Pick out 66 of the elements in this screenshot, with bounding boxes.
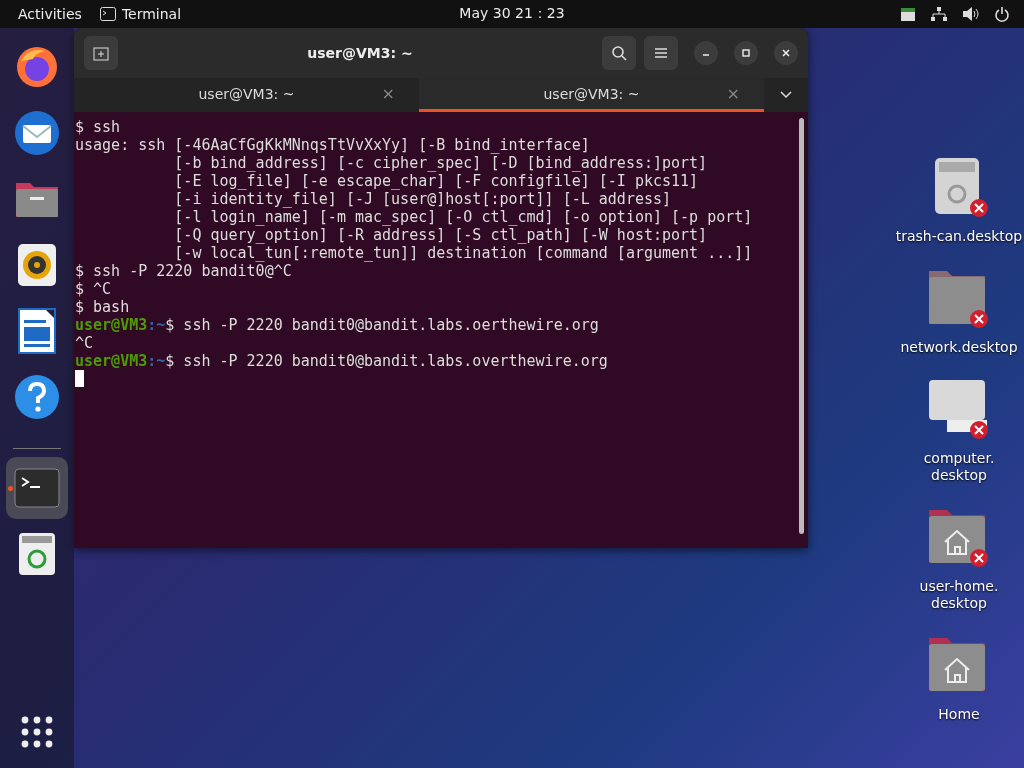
- activities-button[interactable]: Activities: [0, 6, 100, 22]
- dropdown-icon[interactable]: [780, 91, 792, 99]
- terminal-line: user@VM3:~$ ssh -P 2220 bandit0@bandit.labs.overthewire.org: [75, 352, 609, 370]
- desktop-icon-label[interactable]: network.desktop: [900, 339, 1018, 356]
- new-tab-icon: [93, 45, 109, 61]
- error-badge-icon: [970, 549, 988, 567]
- folder-icon: [929, 271, 985, 324]
- desktop-icon[interactable]: [929, 380, 989, 442]
- menu-button[interactable]: [644, 36, 678, 70]
- volume-icon[interactable]: [962, 6, 980, 22]
- menu-icon: [654, 47, 668, 59]
- terminal-line: [-i identity_file] [-J [user@]host[:port]] [-L address]: [173, 190, 673, 208]
- terminal-line: usage: ssh [-46AaCfGgKkMNnqsTtVvXxYy] [-B bind_interface]: [75, 136, 591, 154]
- speaker-icon: [17, 243, 57, 287]
- text-cursor: [75, 370, 84, 387]
- terminal-icon: [14, 468, 60, 508]
- computer-icon: [929, 380, 987, 432]
- calendar-icon[interactable]: [900, 6, 916, 22]
- terminal-line: $ ^C: [75, 280, 113, 298]
- home-folder-icon: [929, 510, 985, 563]
- terminal-line: user@VM3:~$ ssh -P 2220 bandit0@bandit.labs.oerthewire.org: [75, 316, 600, 334]
- trash-can-icon: [935, 158, 979, 214]
- desktop-icon-label[interactable]: trash-can.desktop: [895, 228, 1023, 245]
- close-button[interactable]: [774, 41, 798, 65]
- terminal-tab[interactable]: user@VM3: ~ ×: [419, 78, 764, 112]
- power-icon[interactable]: [994, 6, 1010, 22]
- terminal-line: $ bash: [75, 298, 131, 316]
- error-badge-icon: [970, 310, 988, 328]
- browser-icon: [15, 45, 59, 89]
- tab-close-button[interactable]: ×: [381, 84, 395, 103]
- app-grid-icon[interactable]: [21, 716, 53, 748]
- app-menu[interactable]: Terminal: [121, 6, 182, 22]
- minimize-button[interactable]: [694, 41, 718, 65]
- terminal-line: [-E log_file] [-e escape_char] [-F configfile] [-I pkcs11]: [173, 172, 700, 190]
- running-indicator: [8, 486, 13, 491]
- terminal-line: ^C: [75, 334, 95, 352]
- tab-close-button[interactable]: ×: [726, 84, 740, 103]
- terminal-icon: [99, 7, 116, 21]
- desktop-icon[interactable]: [929, 508, 989, 570]
- terminal-line: $ ssh: [75, 118, 122, 136]
- document-icon: [18, 308, 56, 354]
- terminal-line: $ ssh -P 2220 bandit0@^C: [75, 262, 293, 280]
- window-title: user@VM3: ~: [306, 45, 414, 61]
- maximize-icon: [741, 48, 751, 58]
- new-tab-button[interactable]: [84, 36, 118, 70]
- terminal-line: [-Q query_option] [-R address] [-S ctl_path] [-W host:port]: [173, 226, 709, 244]
- desktop-icon-label[interactable]: user-home. desktop: [919, 578, 999, 612]
- terminal-line: [-l login_name] [-m mac_spec] [-O ctl_cmd] [-o option] [-p port]: [173, 208, 754, 226]
- search-icon: [611, 45, 627, 61]
- terminal-line: [-b bind_address] [-c cipher_spec] [-D [bind_address:]port]: [173, 154, 709, 172]
- error-badge-icon: [970, 421, 988, 439]
- desktop-icon-label[interactable]: computer. desktop: [923, 450, 995, 484]
- maximize-button[interactable]: [734, 41, 758, 65]
- scrollbar[interactable]: [799, 118, 804, 534]
- search-button[interactable]: [602, 36, 636, 70]
- desktop-icon-label[interactable]: Home: [938, 706, 980, 723]
- network-icon[interactable]: [930, 6, 948, 22]
- error-badge-icon: [970, 199, 988, 217]
- home-folder-icon: [929, 638, 985, 691]
- help-icon: [14, 374, 60, 420]
- clock[interactable]: May 30 21：23: [459, 5, 565, 23]
- close-icon: [781, 48, 791, 58]
- terminal-tab[interactable]: user@VM3: ~ ×: [74, 78, 419, 112]
- terminal-line: [-w local_tun[:remote_tun]] destination [command [argument ...]]: [173, 244, 754, 262]
- mail-icon: [13, 110, 61, 156]
- trash-can-icon: [18, 532, 56, 576]
